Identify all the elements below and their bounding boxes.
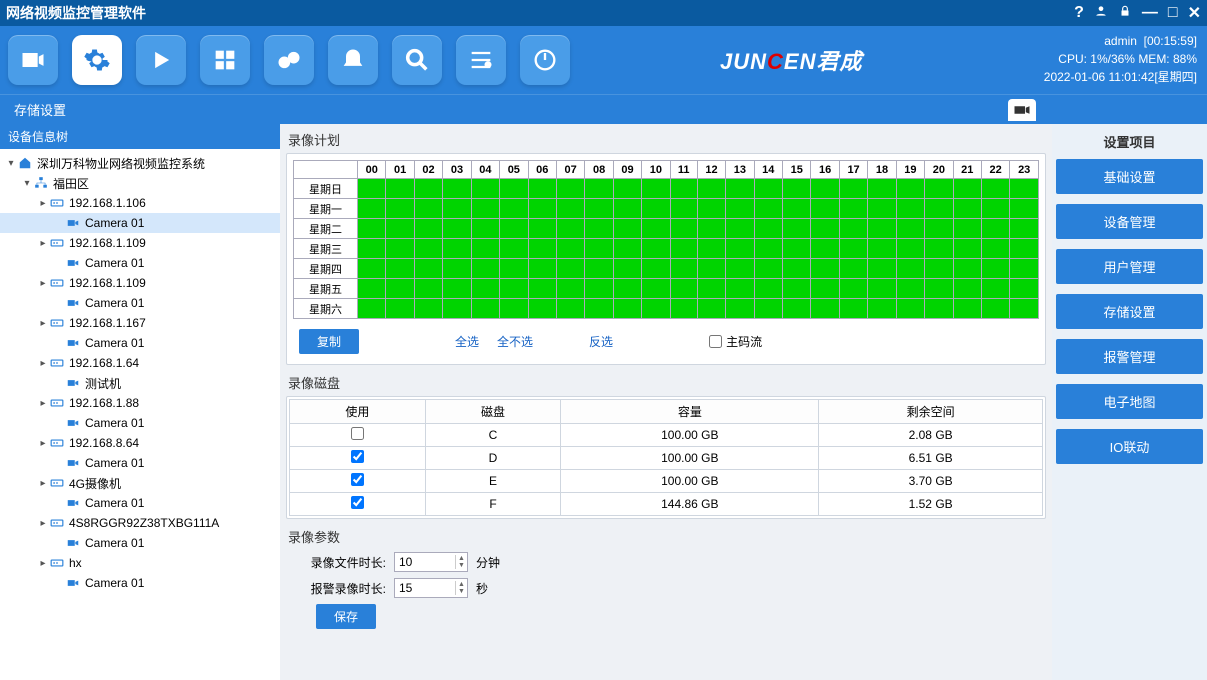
tree-node[interactable]: Camera 01: [0, 573, 280, 593]
tree-node[interactable]: 测试机: [0, 373, 280, 393]
alarm-len-stepper[interactable]: ▲▼: [394, 578, 468, 598]
schedule-title: 录像计划: [288, 130, 1046, 149]
titlebar: 网络视频监控管理软件 ? — □ ✕: [0, 0, 1207, 26]
file-len-stepper[interactable]: ▲▼: [394, 552, 468, 572]
copy-button[interactable]: 复制: [299, 329, 359, 354]
table-row[interactable]: E100.00 GB3.70 GB: [290, 470, 1043, 493]
select-none-link[interactable]: 全不选: [497, 333, 533, 350]
settings-menu-item[interactable]: IO联动: [1056, 429, 1203, 464]
device-sidebar: 设备信息树 ▾深圳万科物业网络视频监控系统▾福田区▸192.168.1.106C…: [0, 124, 280, 680]
file-len-label: 录像文件时长:: [286, 554, 386, 571]
schedule-grid[interactable]: 0001020304050607080910111213141516171819…: [293, 160, 1039, 319]
camera-indicator-icon[interactable]: [1008, 99, 1036, 121]
tree-node[interactable]: Camera 01: [0, 533, 280, 553]
tree-node[interactable]: ▸192.168.1.109: [0, 233, 280, 253]
toolbar-camera[interactable]: [8, 35, 58, 85]
tree-node[interactable]: ▾福田区: [0, 173, 280, 193]
brand-logo: JUNCEN君成: [720, 44, 862, 76]
toolbar-alarm[interactable]: [328, 35, 378, 85]
tree-node[interactable]: ▸hx: [0, 553, 280, 573]
invert-link[interactable]: 反选: [589, 333, 613, 350]
save-button[interactable]: 保存: [316, 604, 376, 629]
status-panel: admin [00:15:59] CPU: 1%/36% MEM: 88% 20…: [1044, 32, 1197, 86]
tree-node[interactable]: ▾深圳万科物业网络视频监控系统: [0, 153, 280, 173]
toolbar-config[interactable]: [456, 35, 506, 85]
tree-node[interactable]: Camera 01: [0, 413, 280, 433]
main-stream-checkbox[interactable]: 主码流: [709, 333, 762, 350]
settings-menu-item[interactable]: 存储设置: [1056, 294, 1203, 329]
disks-panel: 使用磁盘容量剩余空间C100.00 GB2.08 GBD100.00 GB6.5…: [286, 396, 1046, 519]
settings-menu-item[interactable]: 电子地图: [1056, 384, 1203, 419]
disks-table[interactable]: 使用磁盘容量剩余空间C100.00 GB2.08 GBD100.00 GB6.5…: [289, 399, 1043, 516]
close-icon[interactable]: ✕: [1188, 3, 1201, 23]
tree-node[interactable]: ▸192.168.1.64: [0, 353, 280, 373]
alarm-len-label: 报警录像时长:: [286, 580, 386, 597]
disk-use-checkbox[interactable]: [351, 427, 364, 440]
tree-node[interactable]: ▸192.168.1.106: [0, 193, 280, 213]
toolbar-search[interactable]: [392, 35, 442, 85]
settings-menu-item[interactable]: 用户管理: [1056, 249, 1203, 284]
maximize-icon[interactable]: □: [1168, 4, 1178, 22]
disks-title: 录像磁盘: [288, 373, 1046, 392]
schedule-panel: 0001020304050607080910111213141516171819…: [286, 153, 1046, 365]
tree-node[interactable]: ▸192.168.1.88: [0, 393, 280, 413]
user-icon[interactable]: [1094, 4, 1108, 23]
select-all-link[interactable]: 全选: [455, 333, 479, 350]
file-len-unit: 分钟: [476, 554, 500, 571]
tree-node[interactable]: Camera 01: [0, 453, 280, 473]
main-toolbar: JUNCEN君成 admin [00:15:59] CPU: 1%/36% ME…: [0, 26, 1207, 94]
tree-node[interactable]: ▸4S8RGGR92Z38TXBG111A: [0, 513, 280, 533]
tree-node[interactable]: ▸192.168.8.64: [0, 433, 280, 453]
settings-menu-title: 设置项目: [1056, 124, 1203, 159]
tree-node[interactable]: Camera 01: [0, 333, 280, 353]
settings-menu-item[interactable]: 报警管理: [1056, 339, 1203, 374]
tree-node[interactable]: Camera 01: [0, 213, 280, 233]
tree-node[interactable]: ▸192.168.1.167: [0, 313, 280, 333]
content-area: 录像计划 00010203040506070809101112131415161…: [280, 124, 1052, 680]
settings-menu-item[interactable]: 基础设置: [1056, 159, 1203, 194]
toolbar-devices[interactable]: [264, 35, 314, 85]
table-row[interactable]: D100.00 GB6.51 GB: [290, 447, 1043, 470]
tree-node[interactable]: Camera 01: [0, 253, 280, 273]
toolbar-play[interactable]: [136, 35, 186, 85]
params-title: 录像参数: [288, 527, 1046, 546]
table-row[interactable]: F144.86 GB1.52 GB: [290, 493, 1043, 516]
alarm-len-unit: 秒: [476, 580, 488, 597]
toolbar-grid[interactable]: [200, 35, 250, 85]
tree-node[interactable]: ▸192.168.1.109: [0, 273, 280, 293]
tree-node[interactable]: Camera 01: [0, 493, 280, 513]
help-icon[interactable]: ?: [1074, 4, 1084, 22]
disk-use-checkbox[interactable]: [351, 450, 364, 463]
sidebar-title: 设备信息树: [0, 124, 280, 149]
window-controls: ? — □ ✕: [1074, 3, 1201, 23]
tree-node[interactable]: ▸4G摄像机: [0, 473, 280, 493]
disk-use-checkbox[interactable]: [351, 496, 364, 509]
settings-menu: 设置项目 基础设置设备管理用户管理存储设置报警管理电子地图 IO联动: [1052, 124, 1207, 680]
lock-icon[interactable]: [1118, 4, 1132, 23]
toolbar-settings[interactable]: [72, 35, 122, 85]
device-tree[interactable]: ▾深圳万科物业网络视频监控系统▾福田区▸192.168.1.106Camera …: [0, 149, 280, 680]
settings-menu-item[interactable]: 设备管理: [1056, 204, 1203, 239]
app-title: 网络视频监控管理软件: [6, 3, 1074, 23]
subheader-title: 存储设置: [0, 100, 66, 119]
table-row[interactable]: C100.00 GB2.08 GB: [290, 424, 1043, 447]
subheader: 存储设置: [0, 94, 1207, 124]
minimize-icon[interactable]: —: [1142, 4, 1158, 22]
disk-use-checkbox[interactable]: [351, 473, 364, 486]
toolbar-power[interactable]: [520, 35, 570, 85]
tree-node[interactable]: Camera 01: [0, 293, 280, 313]
